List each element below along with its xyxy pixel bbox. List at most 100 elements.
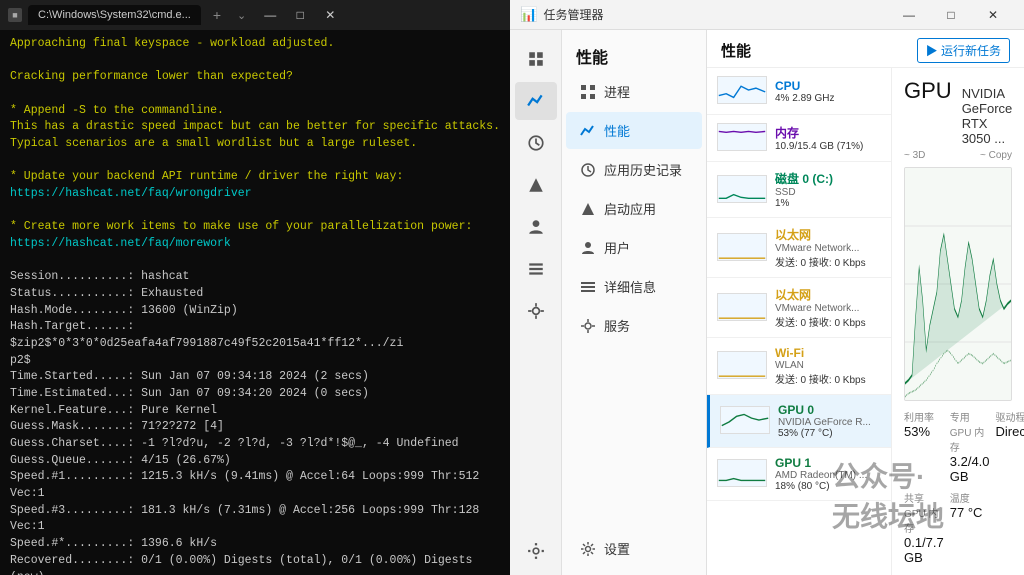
task-manager: 📊 任务管理器 — □ ✕ bbox=[510, 0, 1024, 575]
nav-item-startup[interactable]: 启动应用 bbox=[566, 190, 702, 227]
cmd-line: Hash.Target......: $zip2$*0*3*0*0d25eafa… bbox=[10, 319, 500, 352]
cmd-line bbox=[10, 203, 500, 220]
nav-item-process-label: 进程 bbox=[604, 82, 630, 101]
nav-item-services-label: 服务 bbox=[604, 316, 630, 335]
perf-chart-labels: ~ 3D ~ Copy bbox=[904, 150, 1012, 161]
task-icon: 📊 bbox=[520, 6, 537, 23]
perf-stat-value: 3.2/4.0 GB bbox=[950, 454, 990, 484]
perf-item-info: 以太网 VMware Network... 发送: 0 接收: 0 Kbps bbox=[775, 226, 881, 269]
perf-item-info: GPU 1 AMD Radeon(TM) ... 18% (80 °C) bbox=[775, 456, 881, 492]
perf-item-sub: NVIDIA GeForce R... bbox=[778, 417, 881, 428]
nav-item-details[interactable]: 详细信息 bbox=[566, 268, 702, 305]
perf-list-item[interactable]: GPU 1 AMD Radeon(TM) ... 18% (80 °C) bbox=[707, 448, 891, 501]
sidebar-item-settings[interactable] bbox=[515, 537, 557, 575]
perf-detail-model: NVIDIA GeForce RTX 3050 ... bbox=[962, 86, 1013, 146]
cmd-line: Recovered........: 0/1 (0.00%) Digests (… bbox=[10, 553, 500, 575]
perf-list: CPU 4% 2.89 GHz 内存 10.9/15.4 GB (71%) 磁盘… bbox=[707, 68, 892, 575]
cmd-line: * Create more work items to make use of … bbox=[10, 219, 500, 236]
perf-mini-chart bbox=[717, 175, 767, 205]
cmd-line: Session..........: hashcat bbox=[10, 269, 500, 286]
perf-item-sub: AMD Radeon(TM) ... bbox=[775, 470, 881, 481]
perf-chart-area bbox=[904, 167, 1012, 401]
perf-stat-value: DirectX bbox=[996, 424, 1024, 439]
perf-item-name: Wi-Fi bbox=[775, 346, 881, 360]
cmd-line: Speed.#3.........: 181.3 kH/s (7.31ms) @… bbox=[10, 503, 500, 536]
nav-item-performance-label: 性能 bbox=[604, 121, 630, 140]
perf-mini-chart bbox=[717, 293, 767, 323]
sidebar-item-performance[interactable] bbox=[515, 82, 557, 120]
perf-item-name: GPU 1 bbox=[775, 456, 881, 470]
cmd-close[interactable]: ✕ bbox=[316, 1, 344, 29]
cmd-line: * Update your backend API runtime / driv… bbox=[10, 169, 500, 186]
perf-body: CPU 4% 2.89 GHz 内存 10.9/15.4 GB (71%) 磁盘… bbox=[707, 68, 1024, 575]
task-close[interactable]: ✕ bbox=[972, 0, 1014, 30]
sidebar-item-users[interactable] bbox=[515, 208, 557, 246]
nav-item-services[interactable]: 服务 bbox=[566, 307, 702, 344]
cmd-tab[interactable]: C:\Windows\System32\cmd.e... bbox=[28, 5, 201, 25]
nav-item-settings[interactable]: 设置 bbox=[566, 530, 702, 567]
perf-mini-chart bbox=[717, 123, 767, 153]
cmd-line bbox=[10, 253, 500, 270]
sidebar-item-services[interactable] bbox=[515, 292, 557, 330]
perf-list-item[interactable]: GPU 0 NVIDIA GeForce R... 53% (77 °C) bbox=[707, 395, 891, 448]
perf-list-item[interactable]: 以太网 VMware Network... 发送: 0 接收: 0 Kbps bbox=[707, 278, 891, 338]
task-controls: — □ ✕ bbox=[888, 0, 1014, 30]
cmd-minimize[interactable]: — bbox=[256, 1, 284, 29]
sidebar-item-process[interactable] bbox=[515, 40, 557, 78]
cmd-line: https://hashcat.net/faq/morework bbox=[10, 236, 500, 253]
nav-header: 性能 bbox=[562, 38, 706, 72]
perf-item-name: 以太网 bbox=[775, 286, 881, 303]
perf-stat-label: 驱动程序 bbox=[996, 409, 1024, 424]
nav-item-history[interactable]: 应用历史记录 bbox=[566, 151, 702, 188]
task-minimize[interactable]: — bbox=[888, 0, 930, 30]
perf-mini-chart bbox=[717, 459, 767, 489]
perf-stat-label: 温度 bbox=[950, 490, 990, 505]
chart-label-copy: ~ Copy bbox=[980, 150, 1012, 161]
cmd-content: Approaching final keyspace - workload ad… bbox=[0, 30, 510, 575]
perf-stat-label: 专用 GPU 内存 bbox=[950, 409, 990, 454]
perf-list-item[interactable]: 以太网 VMware Network... 发送: 0 接收: 0 Kbps bbox=[707, 218, 891, 278]
nav-item-performance[interactable]: 性能 bbox=[566, 112, 702, 149]
cmd-tab-arrow[interactable]: ⌄ bbox=[233, 9, 250, 22]
perf-item-info: Wi-Fi WLAN 发送: 0 接收: 0 Kbps bbox=[775, 346, 881, 386]
perf-item-val: 10.9/15.4 GB (71%) bbox=[775, 141, 881, 152]
nav-item-users-label: 用户 bbox=[604, 238, 630, 257]
perf-stat: 驱动程序 DirectX bbox=[996, 409, 1024, 484]
perf-stat-label: 利用率 bbox=[904, 409, 944, 424]
task-main-title: 性能 bbox=[721, 40, 751, 61]
cmd-new-tab[interactable]: + bbox=[207, 7, 227, 23]
cmd-window: ■ C:\Windows\System32\cmd.e... + ⌄ — □ ✕… bbox=[0, 0, 510, 575]
cmd-line: Guess.Queue......: 4/15 (26.67%) bbox=[10, 453, 500, 470]
cmd-line: Speed.#*.........: 1396.6 kH/s bbox=[10, 536, 500, 553]
perf-list-item[interactable]: CPU 4% 2.89 GHz bbox=[707, 68, 891, 115]
perf-item-val: 4% 2.89 GHz bbox=[775, 93, 881, 104]
chart-label-3d: ~ 3D bbox=[904, 150, 925, 161]
perf-item-info: 以太网 VMware Network... 发送: 0 接收: 0 Kbps bbox=[775, 286, 881, 329]
nav-item-users[interactable]: 用户 bbox=[566, 229, 702, 266]
sidebar-item-history[interactable] bbox=[515, 124, 557, 162]
perf-item-sub: VMware Network... bbox=[775, 243, 881, 254]
perf-list-item[interactable]: 内存 10.9/15.4 GB (71%) bbox=[707, 115, 891, 162]
nav-item-startup-label: 启动应用 bbox=[604, 199, 656, 218]
perf-stat-label: 共享 GPU 内存 bbox=[904, 490, 944, 535]
perf-detail-name: GPU bbox=[904, 78, 952, 104]
cmd-maximize[interactable]: □ bbox=[286, 1, 314, 29]
perf-stats-grid: 利用率 53% 专用 GPU 内存 3.2/4.0 GB 驱动程序 Direct… bbox=[904, 409, 1012, 565]
run-new-task-button[interactable]: ▶ 运行新任务 bbox=[917, 38, 1010, 63]
perf-list-item[interactable]: 磁盘 0 (C:) SSD 1% bbox=[707, 162, 891, 218]
cmd-line: Approaching final keyspace - workload ad… bbox=[10, 36, 500, 53]
perf-mini-chart bbox=[717, 233, 767, 263]
sidebar-item-startup[interactable] bbox=[515, 166, 557, 204]
perf-stat-value: 53% bbox=[904, 424, 944, 439]
cmd-line: Guess.Charset....: -1 ?l?d?u, -2 ?l?d, -… bbox=[10, 436, 500, 453]
perf-mini-chart bbox=[717, 76, 767, 106]
cmd-line: p2$ bbox=[10, 353, 500, 370]
task-main-header: 性能 ▶ 运行新任务 bbox=[707, 30, 1024, 68]
task-nav: 性能 进程 性能 应用历史记录 启动应用 用户 bbox=[562, 30, 707, 575]
perf-stat: 利用率 53% bbox=[904, 409, 944, 484]
perf-item-val: 18% (80 °C) bbox=[775, 481, 881, 492]
nav-item-process[interactable]: 进程 bbox=[566, 73, 702, 110]
sidebar-item-details[interactable] bbox=[515, 250, 557, 288]
perf-list-item[interactable]: Wi-Fi WLAN 发送: 0 接收: 0 Kbps bbox=[707, 338, 891, 395]
task-maximize[interactable]: □ bbox=[930, 0, 972, 30]
